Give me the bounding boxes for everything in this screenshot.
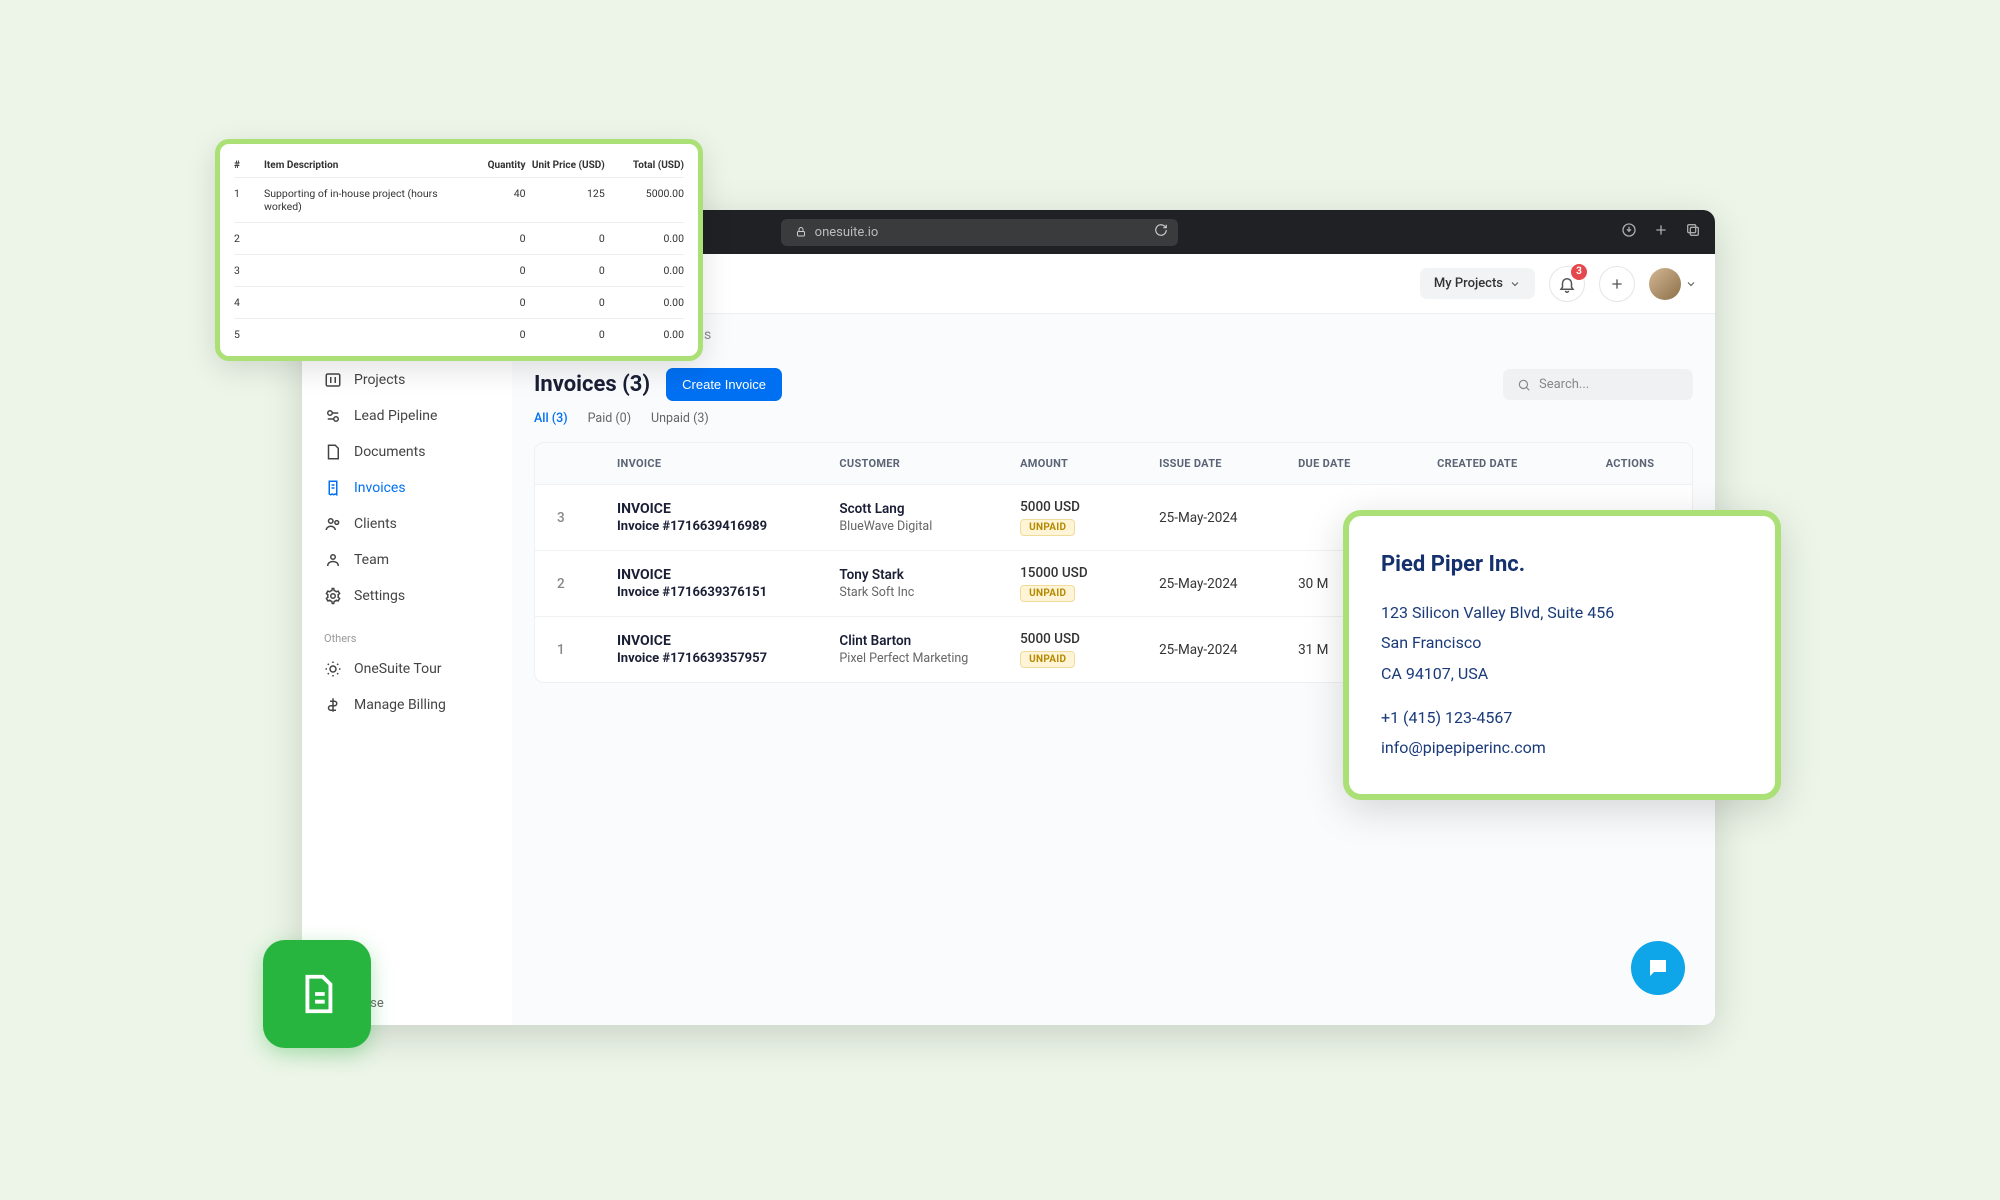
page-title: Invoices (3)	[534, 372, 650, 397]
line-item-row: 5000.00	[234, 318, 684, 350]
refresh-icon[interactable]	[1154, 223, 1168, 241]
line-item-row: 2000.00	[234, 222, 684, 254]
filter-all[interactable]: All (3)	[534, 411, 568, 426]
sidebar-item-leads[interactable]: Lead Pipeline	[312, 398, 502, 434]
search-input[interactable]: Search...	[1503, 369, 1693, 400]
chat-fab[interactable]	[1631, 941, 1685, 995]
sidebar-item-projects[interactable]: Projects	[312, 362, 502, 398]
col-issue: ISSUE DATE	[1159, 457, 1298, 470]
sidebar-item-clients[interactable]: Clients	[312, 506, 502, 542]
contact-region: CA 94107, USA	[1381, 659, 1743, 689]
contact-card-overlay: Pied Piper Inc. 123 Silicon Valley Blvd,…	[1343, 510, 1781, 800]
sidebar-item-tour[interactable]: OneSuite Tour	[312, 651, 502, 687]
plus-icon[interactable]	[1653, 222, 1669, 242]
address-bar[interactable]: onesuite.io	[781, 219, 1179, 246]
contact-name: Pied Piper Inc.	[1381, 544, 1743, 586]
contact-city: San Francisco	[1381, 628, 1743, 658]
col-due: DUE DATE	[1298, 457, 1437, 470]
sidebar-item-invoices[interactable]: Invoices	[312, 470, 502, 506]
filter-paid[interactable]: Paid (0)	[588, 411, 631, 426]
col-actions: ACTIONS	[1590, 457, 1670, 470]
copy-icon[interactable]	[1685, 222, 1701, 242]
avatar	[1649, 268, 1681, 300]
user-menu[interactable]	[1649, 268, 1697, 300]
col-customer: CUSTOMER	[839, 457, 1020, 470]
url-text: onesuite.io	[815, 225, 879, 240]
sidebar-item-documents[interactable]: Documents	[312, 434, 502, 470]
contact-addr1: 123 Silicon Valley Blvd, Suite 456	[1381, 598, 1743, 628]
sidebar-section-others: Others	[312, 614, 502, 651]
project-switcher[interactable]: My Projects	[1420, 268, 1535, 299]
filter-unpaid[interactable]: Unpaid (3)	[651, 411, 709, 426]
col-amount: AMOUNT	[1020, 457, 1159, 470]
notifications-button[interactable]: 3	[1549, 266, 1585, 302]
col-created: CREATED DATE	[1437, 457, 1590, 470]
line-items-overlay: # Item Description Quantity Unit Price (…	[215, 139, 703, 361]
create-invoice-button[interactable]: Create Invoice	[666, 368, 782, 401]
sidebar: Dashboard Projects Lead Pipeline Documen…	[302, 314, 512, 1025]
download-icon[interactable]	[1621, 222, 1637, 242]
add-button[interactable]	[1599, 266, 1635, 302]
line-item-row: 1Supporting of in-house project (hours w…	[234, 177, 684, 222]
sidebar-item-settings[interactable]: Settings	[312, 578, 502, 614]
notification-badge: 3	[1571, 264, 1587, 280]
contact-phone: +1 (415) 123-4567	[1381, 703, 1743, 733]
contact-email: info@pipepiperinc.com	[1381, 733, 1743, 763]
line-item-row: 4000.00	[234, 286, 684, 318]
col-invoice: INVOICE	[617, 457, 839, 470]
sidebar-item-team[interactable]: Team	[312, 542, 502, 578]
sidebar-item-billing[interactable]: Manage Billing	[312, 687, 502, 723]
line-item-row: 3000.00	[234, 254, 684, 286]
document-icon-badge	[263, 940, 371, 1048]
